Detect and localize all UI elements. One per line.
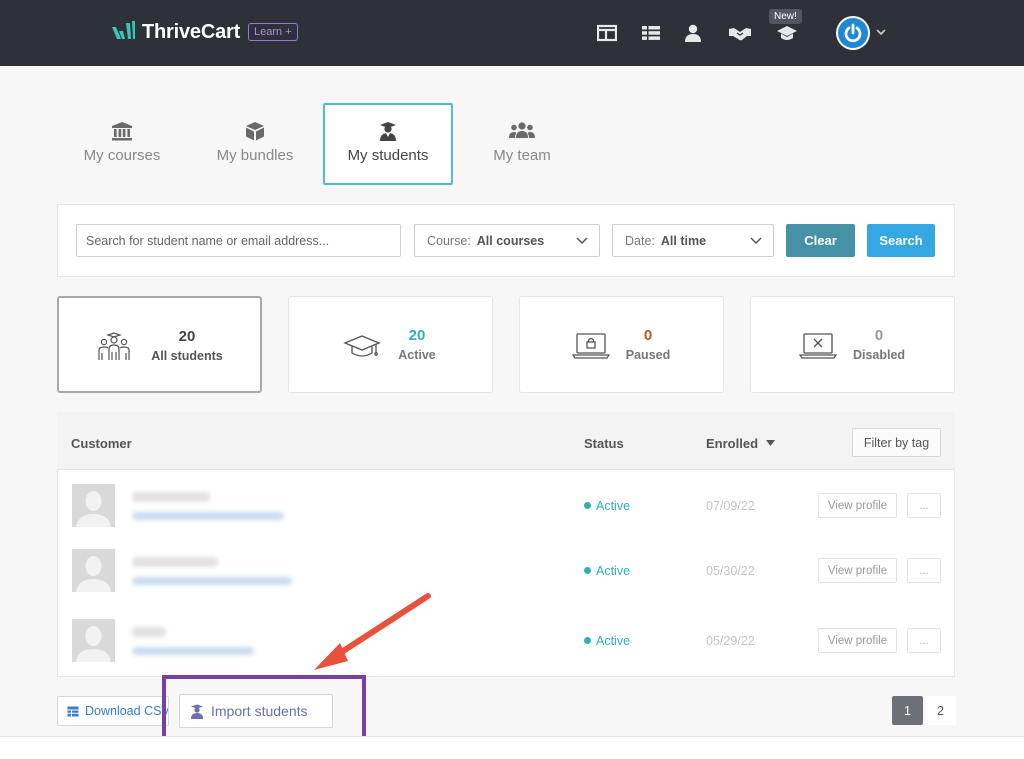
power-icon	[844, 23, 862, 43]
stat-label: All students	[151, 349, 223, 363]
clear-button[interactable]: Clear	[786, 224, 855, 257]
stat-label: Active	[398, 348, 436, 362]
stat-value: 0	[643, 327, 653, 344]
stat-label: Paused	[625, 348, 671, 362]
tab-label: My team	[493, 147, 551, 164]
column-header-customer[interactable]: Customer	[71, 436, 132, 451]
date-select-label: Date:	[625, 233, 655, 248]
status-badge: Active	[584, 634, 630, 648]
thrivecart-logo-icon	[112, 21, 135, 39]
chevron-down-icon	[750, 237, 762, 245]
students-group-icon	[98, 332, 130, 360]
tab-my-courses[interactable]: My courses	[57, 103, 187, 185]
annotation-highlight-box	[162, 675, 366, 743]
tab-my-bundles[interactable]: My bundles	[190, 103, 320, 185]
course-select-label: Course:	[427, 233, 471, 248]
student-search-input[interactable]	[76, 224, 401, 257]
view-profile-button[interactable]: View profile	[818, 493, 897, 518]
more-actions-button[interactable]: ...	[907, 558, 941, 583]
stat-card-paused[interactable]: 0 Paused	[519, 296, 724, 393]
chevron-down-icon[interactable]	[876, 28, 886, 36]
team-icon	[509, 122, 535, 138]
stat-card-disabled[interactable]: 0 Disabled	[750, 296, 955, 393]
stat-card-all-students[interactable]: 20 All students	[57, 296, 262, 393]
column-header-enrolled[interactable]: Enrolled	[706, 436, 758, 451]
laptop-x-icon	[799, 333, 837, 359]
download-csv-button[interactable]: Download CSV	[57, 696, 169, 726]
tab-my-team[interactable]: My team	[457, 103, 587, 185]
learn-plus-badge: Learn +	[248, 23, 298, 41]
brand-name: ThriveCart	[142, 20, 241, 43]
tab-my-students[interactable]: My students	[323, 103, 453, 185]
more-actions-button[interactable]: ...	[907, 628, 941, 653]
date-select-value: All time	[660, 233, 707, 248]
handshake-icon[interactable]	[728, 24, 752, 42]
layout-icon[interactable]	[597, 24, 617, 42]
table-icon	[67, 706, 79, 717]
user-icon[interactable]	[683, 24, 703, 42]
blurred-customer-email[interactable]	[132, 647, 254, 655]
top-navbar: ThriveCart Learn + New!	[0, 0, 1024, 66]
student-icon	[380, 122, 396, 141]
status-badge: Active	[584, 564, 630, 578]
brand-logo[interactable]: ThriveCart Learn +	[110, 19, 298, 45]
blurred-customer-name[interactable]	[132, 627, 166, 637]
tab-label: My bundles	[216, 147, 294, 164]
date-select[interactable]: Date: All time	[612, 224, 774, 257]
filter-by-tag-button[interactable]: Filter by tag	[852, 428, 941, 457]
bank-icon	[112, 122, 132, 141]
chevron-down-icon	[576, 237, 588, 245]
blurred-customer-name[interactable]	[132, 557, 218, 567]
person-silhouette-icon	[76, 491, 111, 527]
download-csv-label: Download CSV	[85, 704, 169, 718]
annotation-arrow-icon	[314, 593, 431, 670]
sort-down-icon[interactable]	[766, 440, 775, 446]
view-profile-button[interactable]: View profile	[818, 628, 897, 653]
person-silhouette-icon	[76, 556, 111, 592]
status-badge: Active	[584, 499, 630, 513]
tab-label: My courses	[83, 147, 161, 164]
blurred-customer-email[interactable]	[132, 512, 284, 520]
blurred-customer-email[interactable]	[132, 577, 292, 585]
stat-value: 20	[178, 328, 196, 345]
avatar	[72, 619, 115, 662]
enrolled-date: 07/09/22	[706, 499, 755, 513]
pagination-page-1[interactable]: 1	[892, 696, 923, 725]
box-icon	[246, 122, 264, 141]
stat-value: 20	[408, 327, 426, 344]
stat-value: 0	[874, 327, 884, 344]
enrolled-date: 05/29/22	[706, 634, 755, 648]
course-select-value: All courses	[476, 233, 545, 248]
blurred-customer-name[interactable]	[132, 492, 210, 502]
more-actions-button[interactable]: ...	[907, 493, 941, 518]
laptop-lock-icon	[572, 333, 610, 359]
list-icon[interactable]	[641, 24, 661, 42]
avatar	[72, 549, 115, 592]
course-select[interactable]: Course: All courses	[414, 224, 600, 257]
graduation-cap-icon[interactable]	[776, 24, 798, 42]
footer-strip	[0, 736, 1024, 759]
view-profile-button[interactable]: View profile	[818, 558, 897, 583]
enrolled-date: 05/30/22	[706, 564, 755, 578]
person-silhouette-icon	[76, 626, 111, 662]
stat-label: Disabled	[852, 348, 906, 362]
search-button[interactable]: Search	[867, 224, 935, 257]
graduation-cap-icon	[343, 335, 381, 357]
avatar	[72, 484, 115, 527]
table-header	[57, 412, 955, 470]
tab-label: My students	[347, 147, 429, 164]
stat-card-active[interactable]: 20 Active	[288, 296, 493, 393]
new-tag: New!	[769, 9, 802, 24]
column-header-status[interactable]: Status	[584, 436, 624, 451]
account-avatar[interactable]	[836, 16, 870, 50]
pagination-page-2[interactable]: 2	[925, 696, 956, 725]
